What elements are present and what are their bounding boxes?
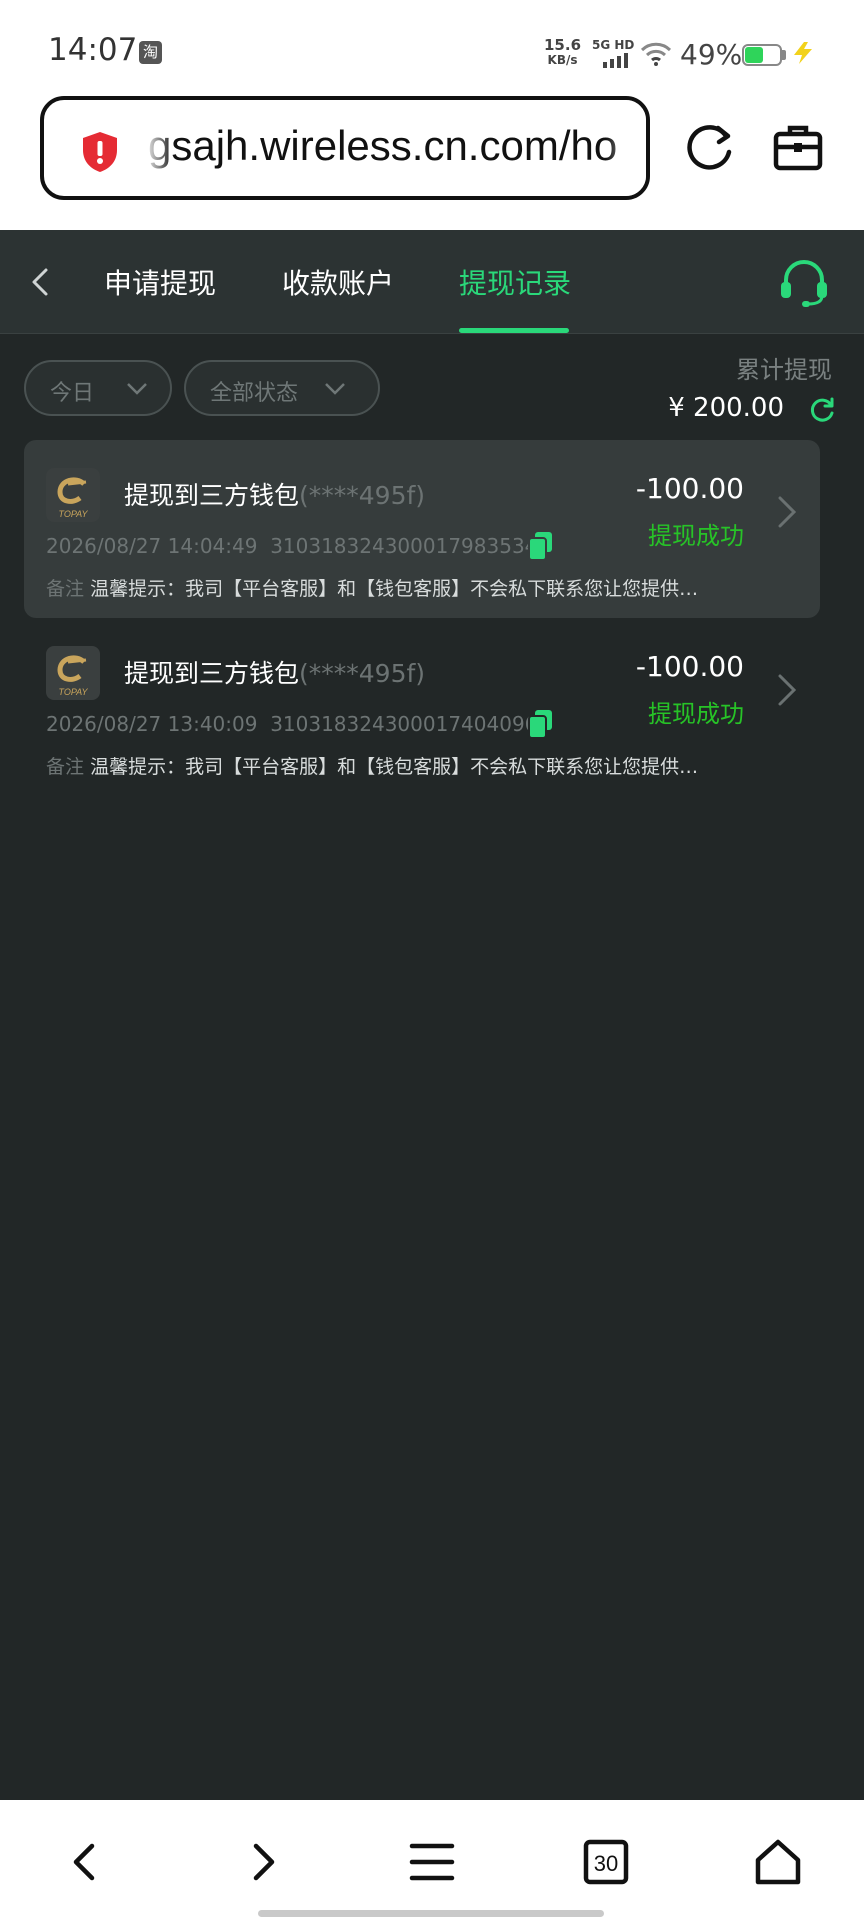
record-status: 提现成功 [648, 522, 744, 550]
total-withdrawn-value: ¥ 200.00 [668, 393, 784, 423]
record-meta: 2026/08/27 14:04:49 31031832430001798353… [46, 534, 537, 558]
record-datetime: 2026/08/27 13:40:09 [46, 712, 258, 736]
withdrawal-app: 申请提现 收款账户 提现记录 今日 全部状态 累计提现 ¥ 200.00 TOP… [0, 230, 864, 1800]
battery-percent: 49% [680, 38, 743, 71]
record-datetime: 2026/08/27 14:04:49 [46, 534, 258, 558]
record-note: 备注 温馨提示：我司【平台客服】和【钱包客服】不会私下联系您让您提供… [46, 574, 786, 601]
shield-warning-icon[interactable] [80, 130, 120, 174]
logo-text: TOPAY [58, 509, 88, 519]
record-note: 备注 温馨提示：我司【平台客服】和【钱包客服】不会私下联系您让您提供… [46, 752, 786, 779]
date-filter-label: 今日 [50, 381, 95, 406]
wifi-icon [640, 42, 672, 66]
charging-icon [794, 42, 812, 64]
topay-logo: TOPAY [46, 646, 100, 700]
record-note-label: 备注 [46, 578, 85, 600]
status-time: 14:07 [48, 32, 138, 68]
tabs-icon: 30 [583, 1839, 629, 1885]
record-amount: -100.00 [635, 650, 744, 683]
status-bar: 14:07 淘 15.6 KB/s 5G HD 49% [0, 0, 864, 96]
copy-icon[interactable] [526, 530, 554, 562]
copy-icon[interactable] [526, 708, 554, 740]
gesture-home-bar[interactable] [258, 1910, 604, 1917]
tab-withdrawal-records[interactable]: 提现记录 [459, 262, 571, 302]
net-speed-unit: KB/s [547, 53, 578, 67]
battery-cap [782, 50, 786, 60]
tab-apply-withdrawal[interactable]: 申请提现 [104, 262, 216, 302]
logo-text: TOPAY [58, 687, 88, 697]
date-filter-dropdown[interactable]: 今日 [24, 360, 172, 416]
forward-nav-icon[interactable] [238, 1838, 286, 1886]
url-fade-right [606, 100, 646, 196]
withdrawal-record-card[interactable]: TOPAY 提现到三方钱包(****495f) -100.00 提现成功 202… [24, 440, 820, 618]
record-note-label: 备注 [46, 756, 85, 778]
status-filter-label: 全部状态 [210, 381, 299, 406]
reload-icon[interactable] [682, 120, 738, 176]
topay-logo: TOPAY [46, 468, 100, 522]
customer-service-icon[interactable] [778, 258, 830, 308]
browser-toolbar: gsajh.wireless.cn.com/ho [0, 96, 864, 230]
chevron-right-icon[interactable] [772, 670, 802, 710]
total-withdrawn-label: 累计提现 [736, 356, 832, 384]
record-meta: 2026/08/27 13:40:09 31031832430001740409… [46, 712, 537, 736]
tabs-button[interactable]: 30 [582, 1838, 630, 1886]
record-account-mask: (****495f) [299, 481, 426, 510]
tab-bar: 申请提现 收款账户 提现记录 [0, 230, 864, 334]
battery-level [745, 47, 763, 63]
tab-count: 30 [594, 1851, 618, 1876]
withdrawal-record-card[interactable]: TOPAY 提现到三方钱包(****495f) -100.00 提现成功 202… [24, 618, 820, 796]
network-type: 5G HD [592, 38, 635, 52]
url-text[interactable]: gsajh.wireless.cn.com/ho [148, 122, 617, 170]
record-title: 提现到三方钱包(****495f) [124, 654, 425, 690]
chevron-down-icon [325, 383, 345, 395]
record-note-text: 温馨提示：我司【平台客服】和【钱包客服】不会私下联系您让您提供… [90, 578, 699, 600]
record-order-id: 310318324300017983534 [270, 534, 538, 558]
record-title-text: 提现到三方钱包 [124, 481, 300, 510]
signal-icon [603, 52, 631, 68]
chevron-down-icon [127, 383, 147, 395]
record-note-text: 温馨提示：我司【平台客服】和【钱包客服】不会私下联系您让您提供… [90, 756, 699, 778]
taobao-notification-icon: 淘 [139, 41, 162, 64]
browser-bottom-nav: 30 [0, 1800, 864, 1920]
record-status: 提现成功 [648, 700, 744, 728]
back-icon[interactable] [22, 264, 58, 300]
refresh-icon[interactable] [808, 396, 836, 424]
menu-icon[interactable] [408, 1838, 456, 1886]
tab-receiving-account[interactable]: 收款账户 [282, 262, 394, 302]
toolbox-icon[interactable] [770, 120, 826, 176]
status-filter-dropdown[interactable]: 全部状态 [184, 360, 380, 416]
home-icon[interactable] [754, 1838, 802, 1886]
url-fade-left [144, 100, 174, 196]
back-nav-icon[interactable] [62, 1838, 110, 1886]
record-amount: -100.00 [635, 472, 744, 505]
net-speed: 15.6 KB/s [544, 38, 581, 68]
net-speed-value: 15.6 [544, 36, 582, 54]
chevron-right-icon[interactable] [772, 492, 802, 532]
url-bar[interactable]: gsajh.wireless.cn.com/ho [40, 96, 650, 200]
record-account-mask: (****495f) [299, 659, 426, 688]
record-title: 提现到三方钱包(****495f) [124, 476, 425, 512]
record-order-id: 310318324300017404096 [270, 712, 538, 736]
record-title-text: 提现到三方钱包 [124, 659, 300, 688]
active-tab-indicator [459, 328, 569, 333]
battery-icon [742, 44, 782, 66]
